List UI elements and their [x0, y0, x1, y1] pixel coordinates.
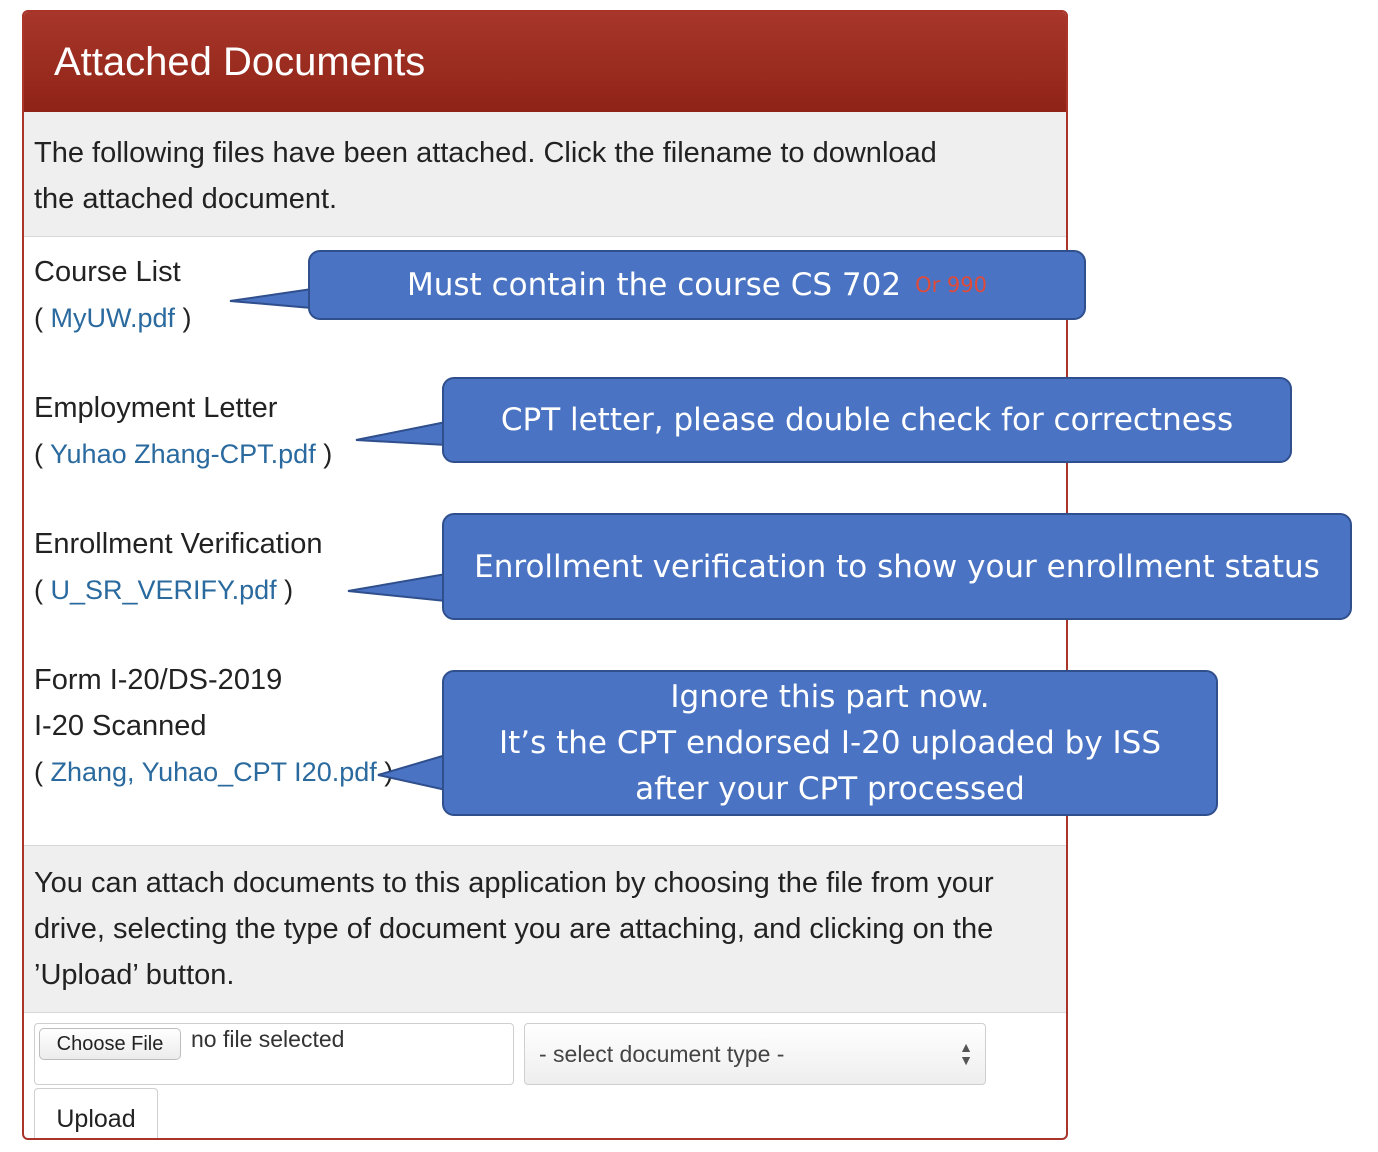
upload-instructions: You can attach documents to this applica…: [24, 845, 1066, 1013]
upload-controls: Choose File no file selected - select do…: [24, 1013, 1066, 1138]
callout-i20: Ignore this part now. It’s the CPT endor…: [442, 670, 1218, 816]
no-file-selected-text: no file selected: [191, 1026, 345, 1052]
callout-i20-line1: Ignore this part now.: [670, 679, 990, 715]
panel-title: Attached Documents: [54, 39, 426, 84]
document-employment-letter: Employment Letter ( Yuhao Zhang-CPT.pdf …: [34, 385, 332, 477]
panel-header: Attached Documents: [24, 12, 1066, 112]
choose-file-button[interactable]: Choose File: [39, 1028, 181, 1060]
file-link-i20[interactable]: Zhang, Yuhao_CPT I20.pdf: [51, 757, 377, 787]
callout-course: Must contain the course CS 702 Or 990: [308, 250, 1086, 320]
callout-enrollment: Enrollment verification to show your enr…: [442, 513, 1352, 620]
callout-employment-text: CPT letter, please double check for corr…: [500, 402, 1234, 438]
document-form-i20: Form I-20/DS-2019 I-20 Scanned ( Zhang, …: [34, 657, 393, 795]
document-type-select[interactable]: - select document type - ▲ ▼: [524, 1023, 986, 1085]
select-arrows-icon: ▲ ▼: [959, 1039, 973, 1068]
callout-enrollment-text: Enrollment verification to show your enr…: [474, 548, 1320, 585]
callout-i20-line3: after your CPT processed: [635, 771, 1025, 807]
file-link-cpt-letter[interactable]: Yuhao Zhang-CPT.pdf: [50, 439, 316, 469]
callout-course-text: Must contain the course CS 702: [407, 267, 902, 303]
document-label: Course List: [34, 256, 181, 288]
select-value: - select document type -: [539, 1040, 785, 1067]
document-course-list: Course List ( MyUW.pdf ): [34, 249, 192, 341]
callout-i20-line2: It’s the CPT endorsed I-20 uploaded by I…: [498, 725, 1162, 761]
callout-course-note: Or 990: [915, 273, 987, 297]
document-label: Enrollment Verification: [34, 528, 323, 560]
document-label: Employment Letter: [34, 392, 278, 424]
intro-text: The following files have been attached. …: [24, 112, 1066, 237]
document-label: Form I-20/DS-2019: [34, 664, 283, 696]
upload-button[interactable]: Upload: [34, 1088, 158, 1138]
file-input[interactable]: Choose File no file selected: [34, 1023, 514, 1085]
document-sublabel: I-20 Scanned: [34, 710, 207, 742]
callout-employment: CPT letter, please double check for corr…: [442, 377, 1292, 463]
file-link-sr-verify[interactable]: U_SR_VERIFY.pdf: [51, 575, 277, 605]
document-enrollment-verification: Enrollment Verification ( U_SR_VERIFY.pd…: [34, 521, 323, 613]
file-link-myuw[interactable]: MyUW.pdf: [51, 303, 176, 333]
